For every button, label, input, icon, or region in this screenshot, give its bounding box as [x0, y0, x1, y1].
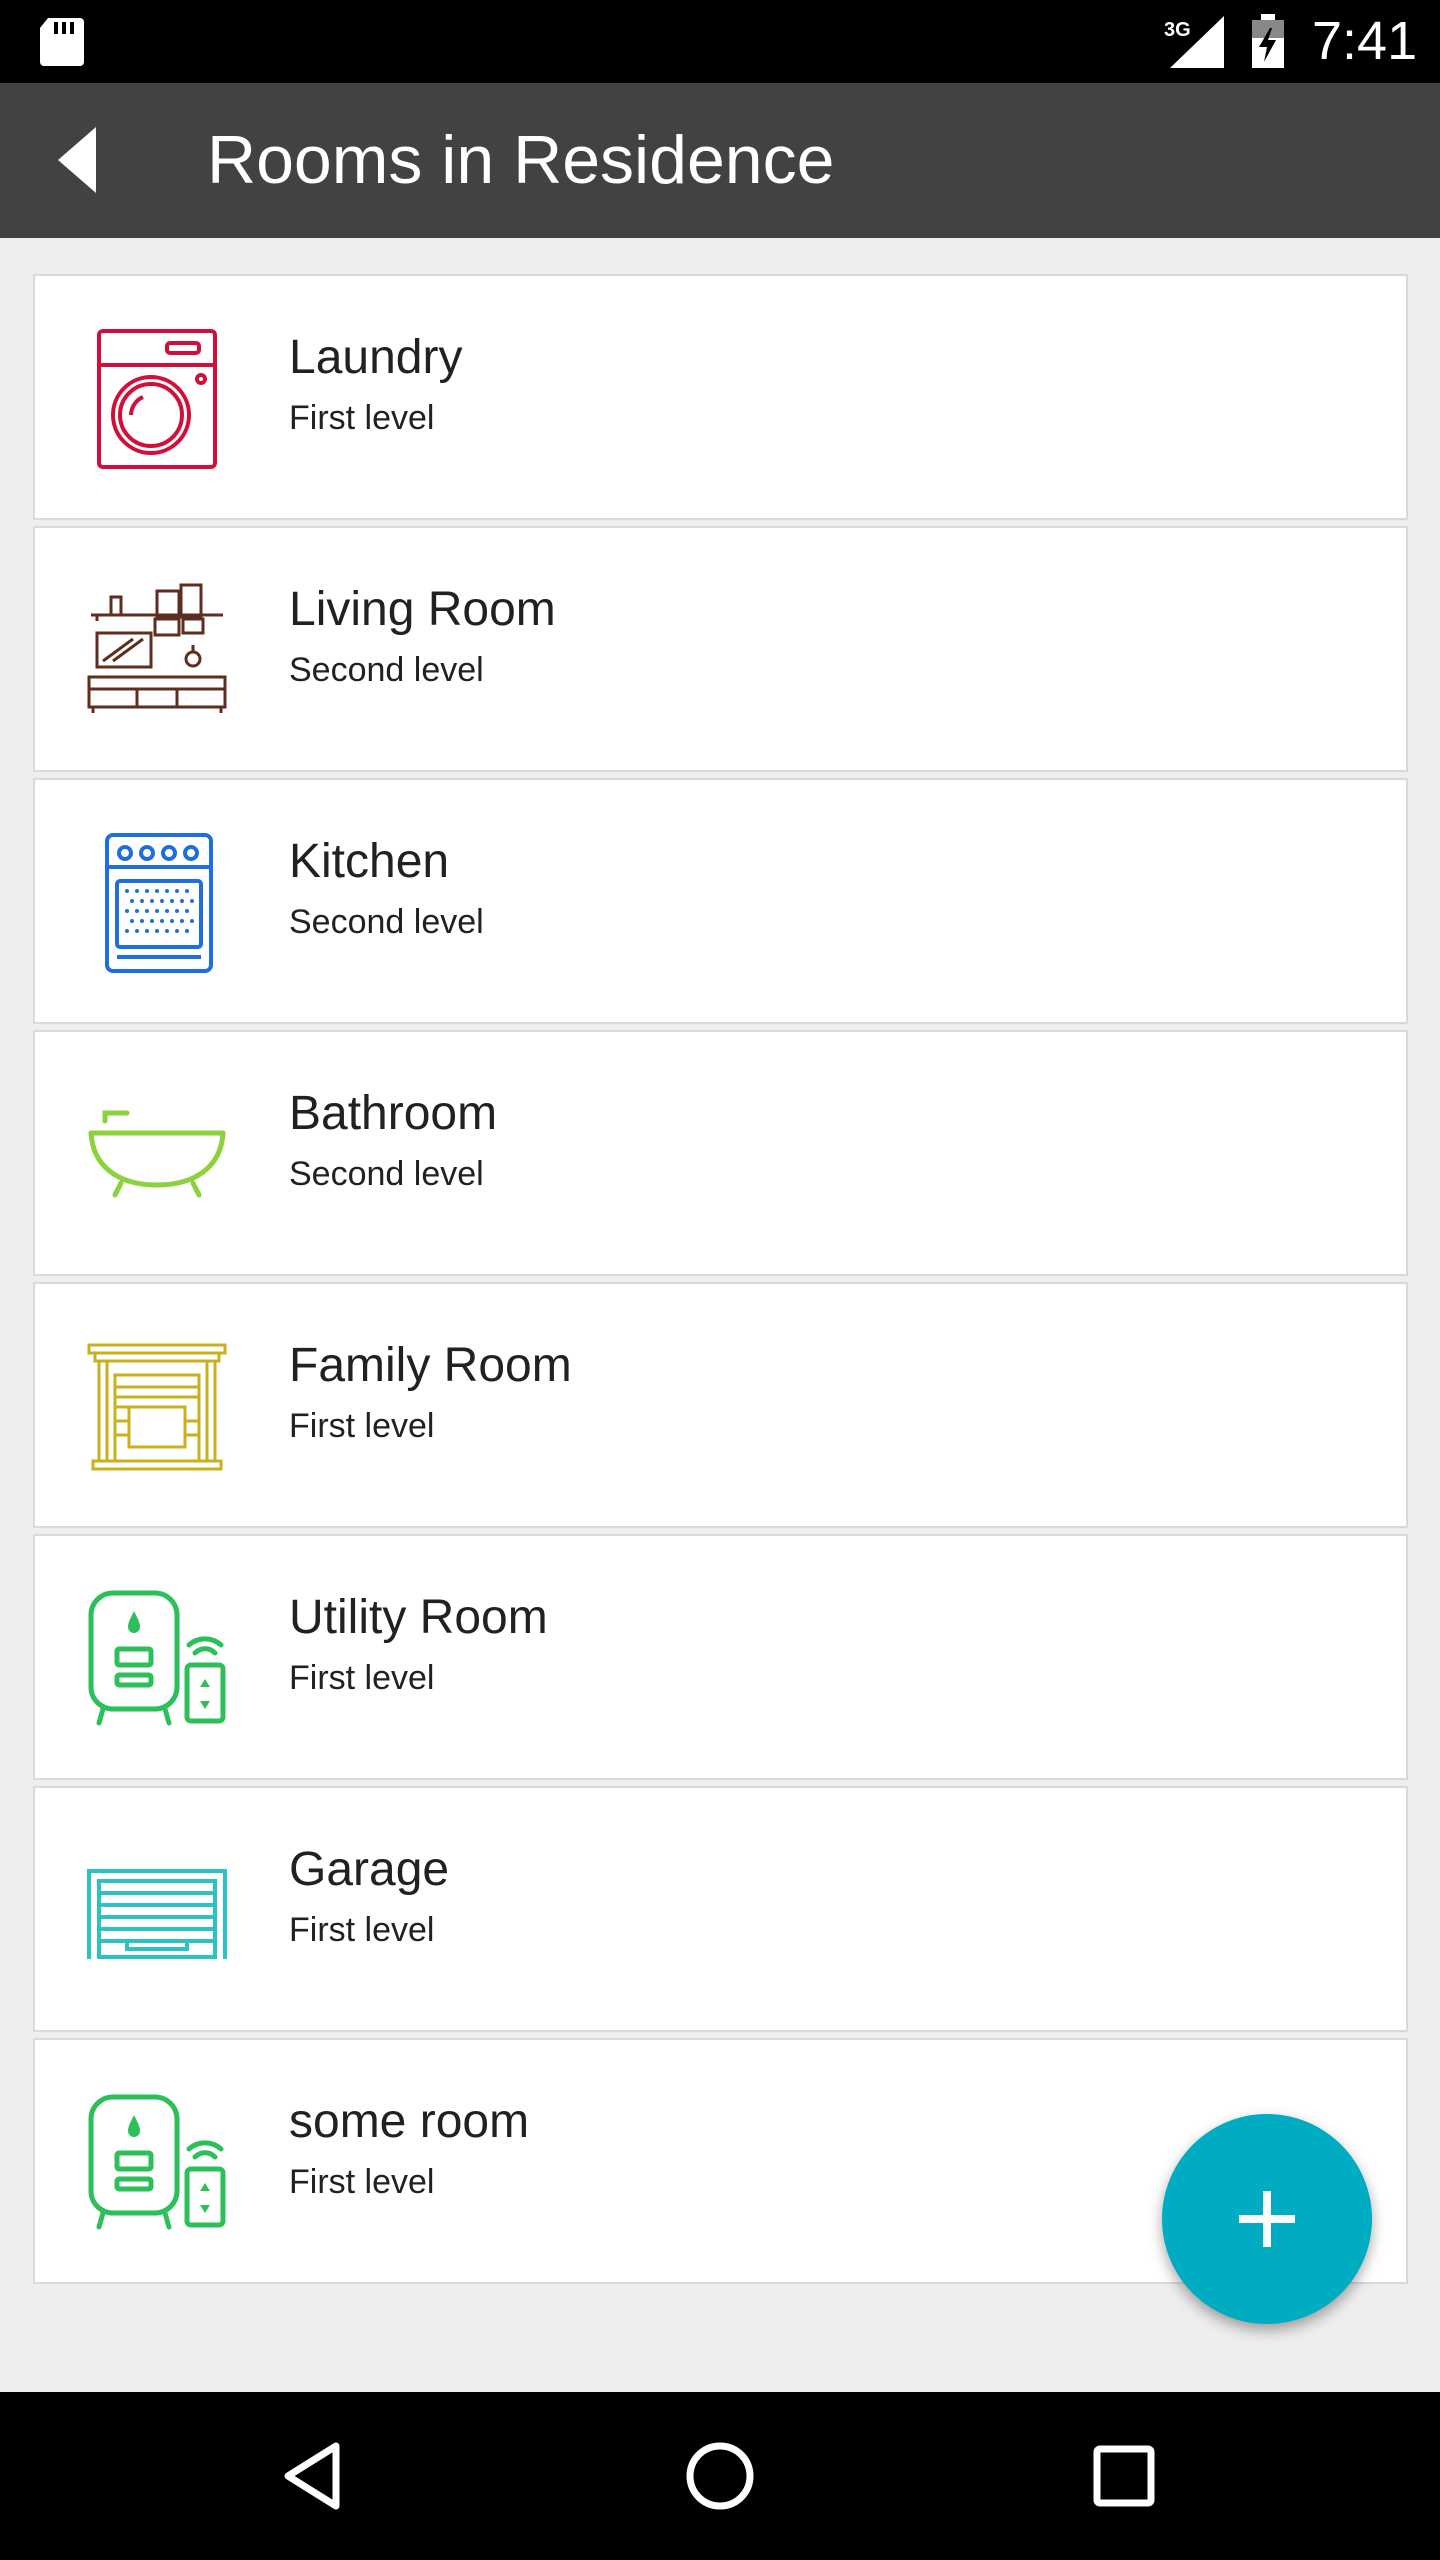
- room-list: Laundry First level Living Room Second l…: [33, 274, 1408, 2290]
- room-level: First level: [289, 399, 435, 437]
- room-name: Living Room: [289, 583, 556, 636]
- room-level: First level: [289, 2163, 435, 2201]
- room-level: Second level: [289, 1155, 484, 1193]
- room-level: Second level: [289, 651, 484, 689]
- room-name: Family Room: [289, 1339, 572, 1392]
- room-level: First level: [289, 1911, 435, 1949]
- room-name: Bathroom: [289, 1087, 498, 1140]
- room-name: Utility Room: [289, 1591, 548, 1644]
- stove-oven-icon: [105, 833, 213, 973]
- room-level: First level: [289, 1659, 435, 1697]
- washing-machine-icon: [97, 329, 217, 469]
- nav-recents-icon: [1093, 2445, 1155, 2507]
- room-level: Second level: [289, 903, 484, 941]
- navigation-bar: [0, 2392, 1440, 2560]
- clock: 7:41: [1312, 11, 1418, 71]
- room-name: Garage: [289, 1843, 450, 1896]
- room-card-living-room[interactable]: Living Room Second level: [33, 526, 1408, 772]
- add-room-button[interactable]: [1162, 2114, 1372, 2324]
- back-arrow-icon: [58, 127, 96, 193]
- room-level: First level: [289, 1407, 435, 1445]
- app-bar: Rooms in Residence: [0, 83, 1440, 238]
- room-card-family-room[interactable]: Family Room First level: [33, 1282, 1408, 1528]
- svg-text:3G: 3G: [1164, 19, 1191, 41]
- back-button[interactable]: [40, 115, 130, 205]
- room-card-garage[interactable]: Garage First level: [33, 1786, 1408, 2032]
- garage-door-icon: [87, 1869, 227, 1959]
- battery-charging-icon: [1252, 14, 1284, 68]
- nav-back-icon: [284, 2442, 340, 2510]
- nav-back-button[interactable]: [276, 2436, 356, 2516]
- room-card-utility-room[interactable]: Utility Room First level: [33, 1534, 1408, 1780]
- room-card-kitchen[interactable]: Kitchen Second level: [33, 778, 1408, 1024]
- plus-icon: [1239, 2191, 1295, 2247]
- bathtub-icon: [88, 1110, 226, 1198]
- signal-3g-icon: 3G: [1164, 16, 1224, 68]
- nav-home-icon: [686, 2442, 754, 2510]
- sd-card-icon: [40, 18, 84, 66]
- living-room-furniture-icon: [87, 583, 227, 713]
- nav-recents-button[interactable]: [1084, 2436, 1164, 2516]
- fireplace-icon: [87, 1343, 227, 1471]
- water-heater-icon: [88, 1590, 226, 1726]
- page-title: Rooms in Residence: [207, 122, 835, 198]
- room-name: Kitchen: [289, 835, 450, 888]
- room-card-bathroom[interactable]: Bathroom Second level: [33, 1030, 1408, 1276]
- room-card-laundry[interactable]: Laundry First level: [33, 274, 1408, 520]
- room-name: some room: [289, 2095, 530, 2148]
- nav-home-button[interactable]: [680, 2436, 760, 2516]
- status-bar: 3G 7:41: [0, 0, 1440, 83]
- water-heater-icon: [88, 2094, 226, 2230]
- room-name: Laundry: [289, 331, 463, 384]
